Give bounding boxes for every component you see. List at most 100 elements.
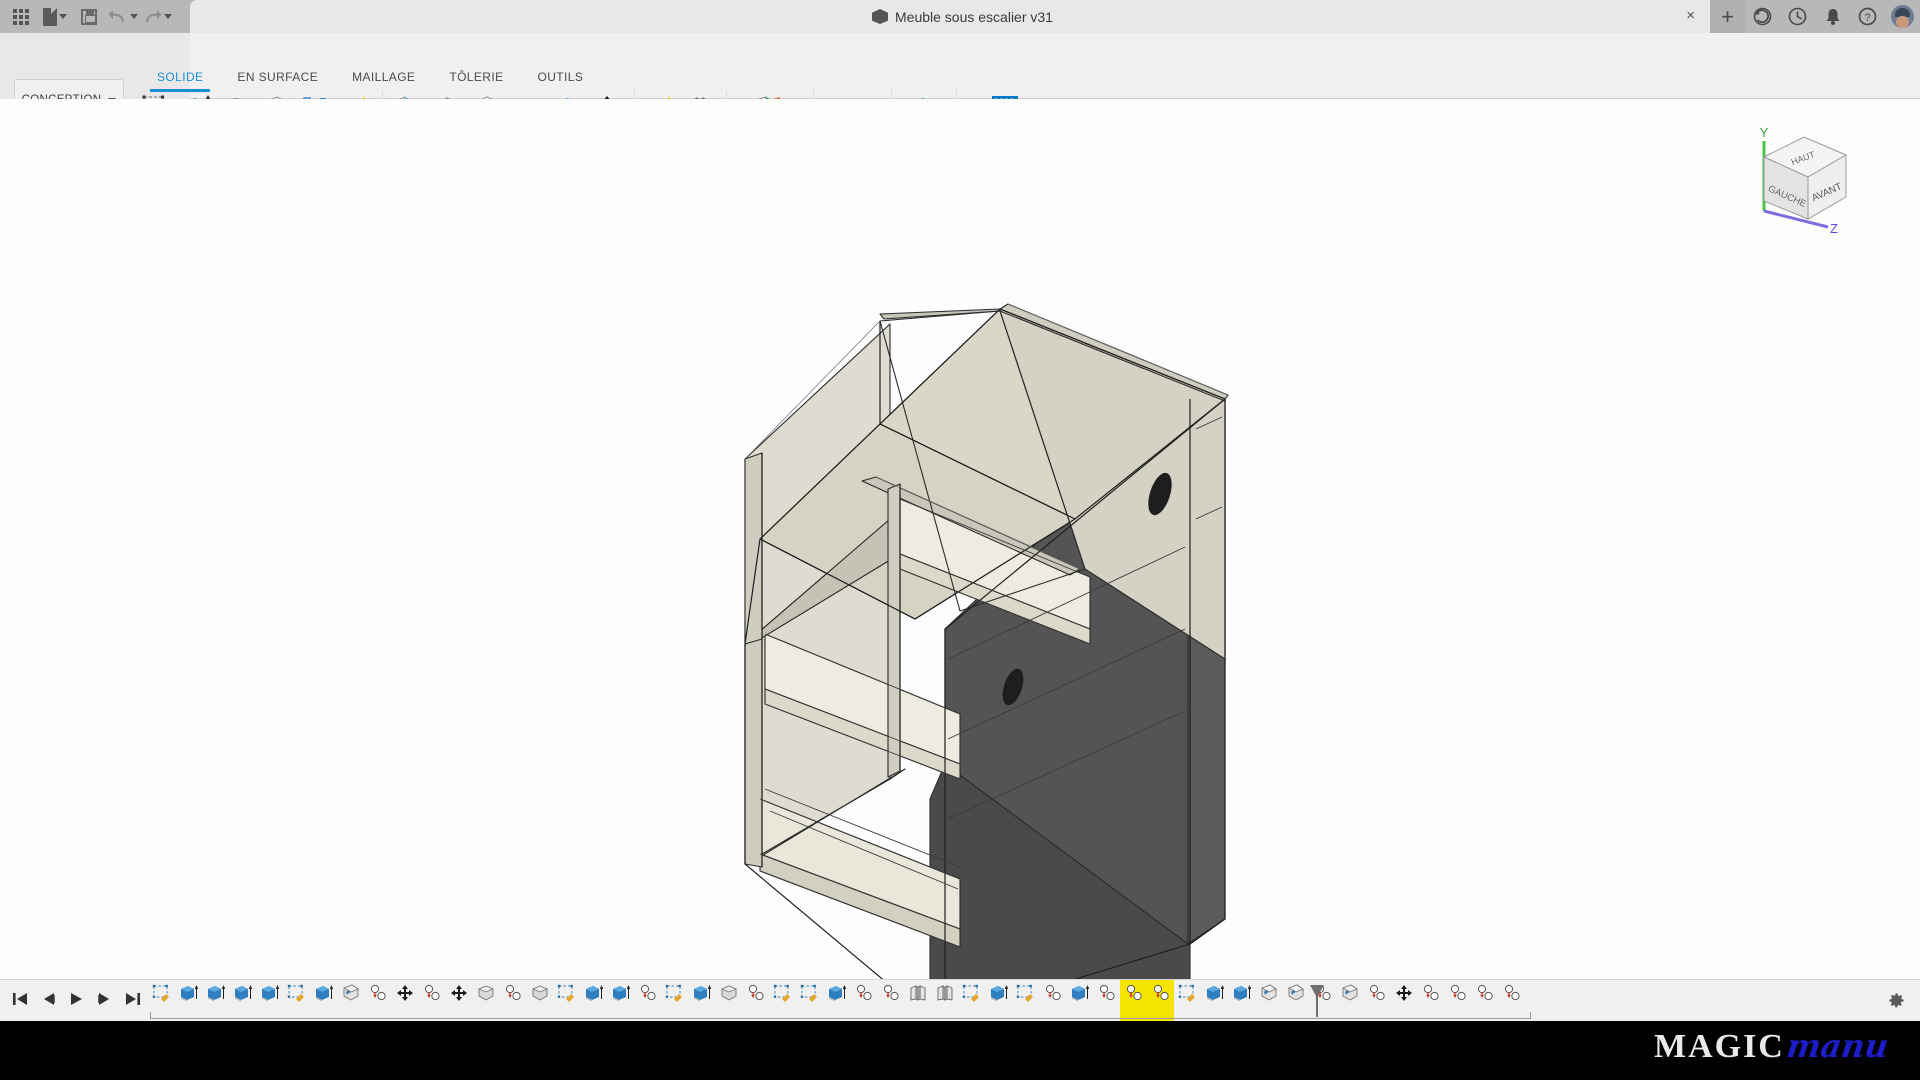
joint-icon — [422, 984, 442, 1007]
3d-viewport[interactable]: Y Z HAUT GAUCHE AVANT — [0, 99, 1920, 979]
ribbon-tab-outils[interactable]: OUTILS — [521, 66, 601, 88]
redo-button[interactable] — [140, 0, 174, 33]
help-question-icon: ? — [1858, 7, 1877, 26]
watermark-primary: MAGIC — [1653, 1028, 1785, 1065]
recent-activity-clock-icon — [1788, 7, 1807, 26]
axis-z-label: Z — [1830, 221, 1838, 236]
account-button[interactable] — [1885, 0, 1920, 33]
joint-icon — [854, 984, 874, 1007]
joint-icon — [1367, 984, 1387, 1007]
notifications-button[interactable] — [1815, 0, 1850, 33]
document-tab[interactable]: Meuble sous escalier v31 — [190, 0, 1735, 33]
cabinet-model[interactable] — [0, 99, 1920, 979]
svg-text:?: ? — [1864, 12, 1870, 24]
play-icon — [68, 992, 85, 1011]
timeline-play[interactable] — [68, 991, 85, 1012]
new-tab-button[interactable]: + — [1710, 0, 1745, 33]
timeline-go-end[interactable] — [124, 991, 141, 1012]
ribbon-tabs: SOLIDE EN SURFACE MAILLAGE TÔLERIE OUTILS — [140, 66, 601, 92]
joint-icon — [368, 984, 388, 1007]
extrude-icon — [989, 984, 1009, 1007]
fillet-icon — [1259, 984, 1279, 1007]
timeline-settings-button[interactable] — [1887, 991, 1906, 1015]
sketch-icon — [287, 984, 307, 1007]
ribbon-tab-en-surface[interactable]: EN SURFACE — [220, 66, 335, 88]
body-icon — [530, 984, 550, 1007]
ribbon-tab-tôlerie[interactable]: TÔLERIE — [432, 66, 520, 88]
fillet-icon — [341, 984, 361, 1007]
fillet-icon — [1286, 984, 1306, 1007]
gear-icon — [1889, 993, 1904, 1008]
title-bar-right-tools: + ? — [1710, 0, 1920, 33]
joint-icon — [881, 984, 901, 1007]
joint-icon — [1124, 984, 1144, 1007]
timeline-end-marker[interactable] — [1310, 985, 1324, 1017]
extrude-icon — [1205, 984, 1225, 1007]
chevron-down-icon — [59, 14, 67, 19]
title-bar: Meuble sous escalier v31 × + ? — [0, 0, 1920, 33]
timeline-step-forward[interactable] — [96, 991, 113, 1012]
save-button[interactable] — [72, 0, 106, 33]
sketch-icon — [557, 984, 577, 1007]
extrude-icon — [1232, 984, 1252, 1007]
extrude-icon — [611, 984, 631, 1007]
move-copy-icon — [395, 984, 415, 1007]
skip-to-end-icon — [124, 992, 141, 1011]
undo-button[interactable] — [106, 0, 140, 33]
solid-cube-icon — [872, 9, 888, 24]
extrude-icon — [233, 984, 253, 1007]
timeline-step-back[interactable] — [40, 991, 57, 1012]
recent-activity-button[interactable] — [1780, 0, 1815, 33]
axis-y-label: Y — [1760, 125, 1769, 140]
refresh-job-status-icon — [1753, 7, 1772, 26]
fillet-icon — [1340, 984, 1360, 1007]
sketch-icon — [962, 984, 982, 1007]
document-title: Meuble sous escalier v31 — [895, 8, 1053, 25]
sketch-icon — [800, 984, 820, 1007]
extrude-icon — [584, 984, 604, 1007]
ribbon-tab-maillage[interactable]: MAILLAGE — [335, 66, 432, 88]
body-icon — [719, 984, 739, 1007]
view-cube[interactable]: Y Z HAUT GAUCHE AVANT — [1742, 119, 1862, 239]
move-copy-icon — [449, 984, 469, 1007]
extrude-icon — [206, 984, 226, 1007]
joint-icon — [1502, 984, 1522, 1007]
timeline-bar — [0, 979, 1920, 1022]
job-status-button[interactable] — [1745, 0, 1780, 33]
extrude-icon — [314, 984, 334, 1007]
sketch-icon — [1178, 984, 1198, 1007]
document-tab-strip: Meuble sous escalier v31 × — [190, 0, 1735, 33]
extrude-icon — [179, 984, 199, 1007]
close-icon[interactable]: × — [1686, 8, 1695, 23]
mirror-icon — [908, 984, 928, 1007]
extrude-icon — [692, 984, 712, 1007]
avatar — [1891, 5, 1914, 28]
extrude-icon — [827, 984, 847, 1007]
move-copy-icon — [1394, 984, 1414, 1007]
joint-icon — [1097, 984, 1117, 1007]
undo-arrow-icon — [108, 9, 124, 22]
app-grid-button[interactable] — [4, 0, 38, 33]
step-forward-icon — [96, 992, 113, 1011]
joint-icon — [1475, 984, 1495, 1007]
chevron-down-icon — [164, 14, 172, 19]
watermark: MAGIC manu — [1653, 1027, 1891, 1066]
new-document-button[interactable] — [38, 0, 72, 33]
joint-icon — [1151, 984, 1171, 1007]
watermark-secondary: manu — [1784, 1027, 1891, 1065]
sketch-icon — [665, 984, 685, 1007]
joint-icon — [1448, 984, 1468, 1007]
ribbon-tab-solide[interactable]: SOLIDE — [140, 66, 220, 92]
chevron-down-icon — [130, 14, 138, 19]
help-button[interactable]: ? — [1850, 0, 1885, 33]
extrude-icon — [260, 984, 280, 1007]
timeline-go-start[interactable] — [12, 991, 29, 1012]
joint-icon — [638, 984, 658, 1007]
joint-icon — [1421, 984, 1441, 1007]
save-icon — [81, 8, 97, 25]
mirror-icon — [935, 984, 955, 1007]
sketch-icon — [773, 984, 793, 1007]
title-bar-left-tools — [0, 0, 174, 33]
step-back-icon — [40, 992, 57, 1011]
timeline-navigation — [6, 980, 141, 1022]
